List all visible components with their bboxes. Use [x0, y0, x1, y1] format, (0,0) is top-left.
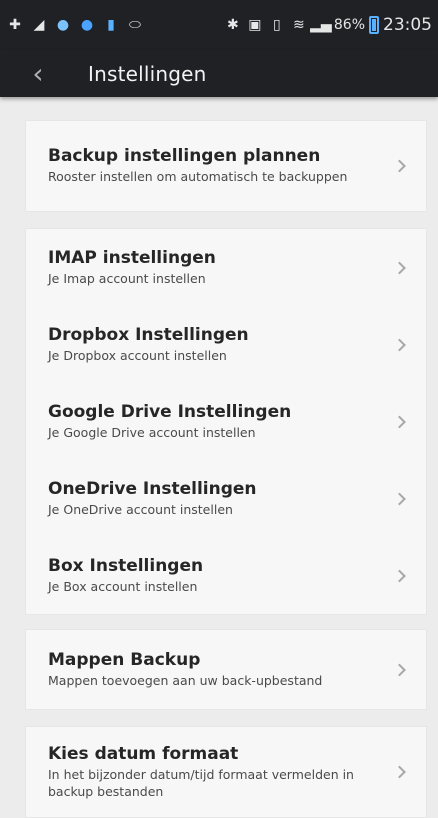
list-item-box[interactable]: Box Instellingen Je Box account instelle…	[26, 537, 426, 614]
item-title: IMAP instellingen	[48, 247, 216, 268]
status-bar: ✚ ◢ ● ● ▮ ⬭ ✱ ▣ ▯ ≋ ▂▄ 86% 23:05	[0, 0, 438, 50]
signal-edit-icon: ◢	[33, 17, 45, 33]
chevron-right-icon	[393, 338, 406, 351]
ellipse-icon: ⬭	[129, 17, 141, 33]
phone-icon: ▯	[273, 17, 281, 33]
nfc-icon: ▣	[248, 17, 262, 33]
page-title: Instellingen	[88, 61, 207, 86]
list-item-folder-backup[interactable]: Mappen Backup Mappen toevoegen aan uw ba…	[26, 630, 426, 709]
item-title: Mappen Backup	[48, 649, 201, 670]
item-title: Box Instellingen	[48, 555, 204, 576]
item-title: Backup instellingen plannen	[48, 146, 321, 167]
chevron-right-icon	[393, 765, 406, 779]
item-subtitle: Mappen toevoegen aan uw back-upbestand	[48, 672, 323, 688]
item-subtitle: Rooster instellen om automatisch te back…	[48, 169, 348, 185]
globe-icon: ●	[56, 17, 70, 33]
item-subtitle: Je Box account instellen	[48, 578, 198, 594]
cell-signal-icon: ▂▄	[310, 17, 332, 33]
chevron-right-icon	[393, 261, 406, 274]
card-schedule: Backup instellingen plannen Rooster inst…	[25, 120, 427, 212]
clipboard-icon: ▮	[107, 17, 115, 33]
chevron-right-icon	[393, 663, 406, 676]
item-subtitle: Je Google Drive account instellen	[48, 424, 256, 440]
bluetooth-icon: ✱	[227, 17, 239, 33]
list-item-dropbox[interactable]: Dropbox Instellingen Je Dropbox account …	[26, 306, 426, 383]
list-item-backup-schedule[interactable]: Backup instellingen plannen Rooster inst…	[26, 121, 426, 211]
list-item-imap[interactable]: IMAP instellingen Je Imap account instel…	[26, 229, 426, 306]
battery-percent: 86%	[333, 17, 365, 33]
wifi-icon: ≋	[293, 17, 305, 33]
clock: 23:05	[383, 15, 432, 35]
item-title: Google Drive Instellingen	[48, 401, 292, 422]
list-item-date-format[interactable]: Kies datum formaat In het bijzonder datu…	[26, 727, 426, 817]
chevron-right-icon	[393, 492, 406, 505]
chevron-right-icon	[393, 569, 406, 582]
list-item-google-drive[interactable]: Google Drive Instellingen Je Google Driv…	[26, 383, 426, 460]
card-date-format: Kies datum formaat In het bijzonder datu…	[25, 726, 427, 818]
chevron-right-icon	[393, 415, 406, 428]
item-title: OneDrive Instellingen	[48, 478, 257, 499]
card-folders: Mappen Backup Mappen toevoegen aan uw ba…	[25, 629, 427, 710]
chevron-right-icon	[393, 159, 406, 173]
settings-list: Backup instellingen plannen Rooster inst…	[25, 120, 427, 818]
app-icon: ●	[80, 17, 94, 33]
item-subtitle: Je OneDrive account instellen	[48, 501, 233, 517]
list-item-onedrive[interactable]: OneDrive Instellingen Je OneDrive accoun…	[26, 460, 426, 537]
item-title: Dropbox Instellingen	[48, 324, 249, 345]
item-subtitle: Je Imap account instellen	[48, 270, 206, 286]
item-title: Kies datum formaat	[48, 743, 239, 764]
item-subtitle: Je Dropbox account instellen	[48, 347, 227, 363]
item-subtitle: In het bijzonder datum/tijd formaat verm…	[48, 766, 354, 799]
back-arrow-icon[interactable]: ‹	[18, 59, 58, 88]
plus-icon: ✚	[9, 17, 21, 33]
battery-icon	[369, 16, 379, 34]
app-bar: ‹ Instellingen	[0, 50, 438, 97]
card-accounts: IMAP instellingen Je Imap account instel…	[25, 228, 427, 615]
